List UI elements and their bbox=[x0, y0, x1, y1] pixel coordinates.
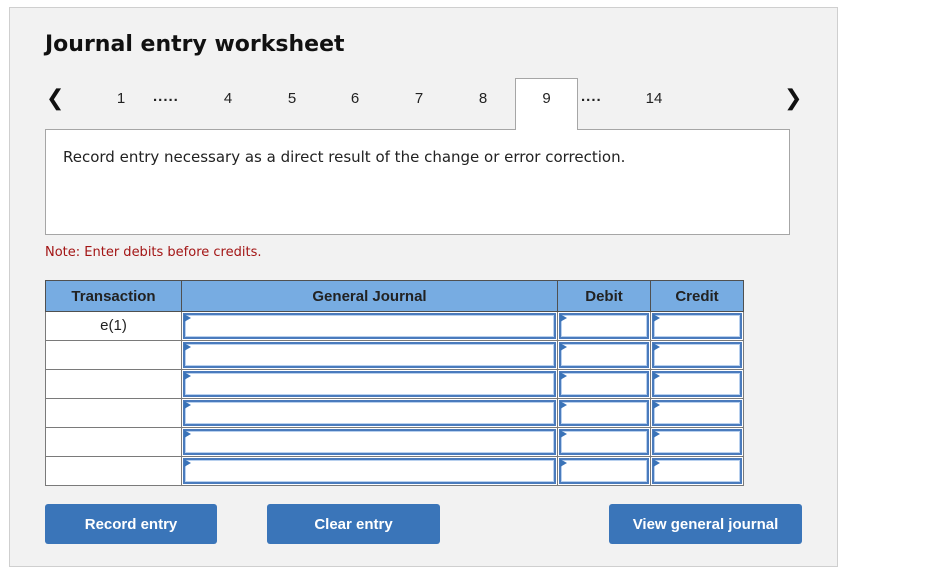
cell-marker-icon bbox=[560, 459, 567, 467]
header-transaction: Transaction bbox=[45, 280, 182, 312]
cell-marker-icon bbox=[653, 372, 660, 380]
debit-credit-note: Note: Enter debits before credits. bbox=[45, 245, 262, 260]
worksheet-pager: ❮ 1 ..... 4 5 6 7 8 9 .... 14 ❯ bbox=[10, 78, 839, 130]
cell-marker-icon bbox=[653, 430, 660, 438]
page-4[interactable]: 4 bbox=[216, 90, 240, 107]
header-debit: Debit bbox=[557, 280, 651, 312]
account-dropdown-cell bbox=[181, 311, 558, 341]
page-14[interactable]: 14 bbox=[642, 90, 666, 107]
account-dropdown[interactable] bbox=[183, 429, 556, 455]
debit-input-cell bbox=[557, 340, 651, 370]
header-general-journal: General Journal bbox=[181, 280, 558, 312]
debit-input[interactable] bbox=[559, 400, 649, 426]
debit-input[interactable] bbox=[559, 458, 649, 484]
credit-input[interactable] bbox=[652, 429, 742, 455]
page-6[interactable]: 6 bbox=[343, 90, 367, 107]
cell-marker-icon bbox=[184, 343, 191, 351]
transaction-cell bbox=[45, 427, 182, 457]
cell-marker-icon bbox=[653, 401, 660, 409]
debit-input-cell bbox=[557, 369, 651, 399]
debit-input-cell bbox=[557, 456, 651, 486]
debit-input[interactable] bbox=[559, 429, 649, 455]
credit-input[interactable] bbox=[652, 313, 742, 339]
pager-ellipsis-left: ..... bbox=[153, 88, 179, 105]
instruction-text: Record entry necessary as a direct resul… bbox=[63, 148, 626, 166]
cell-marker-icon bbox=[184, 314, 191, 322]
page-8[interactable]: 8 bbox=[471, 90, 495, 107]
chevron-left-icon[interactable]: ❮ bbox=[46, 86, 64, 111]
pager-ellipsis-right: .... bbox=[581, 88, 602, 105]
cell-marker-icon bbox=[184, 401, 191, 409]
cell-marker-icon bbox=[184, 459, 191, 467]
debit-input-cell bbox=[557, 398, 651, 428]
credit-input-cell bbox=[650, 427, 744, 457]
cell-marker-icon bbox=[560, 401, 567, 409]
cell-marker-icon bbox=[560, 372, 567, 380]
transaction-cell bbox=[45, 398, 182, 428]
cell-marker-icon bbox=[653, 459, 660, 467]
table-row bbox=[45, 369, 744, 399]
instruction-box: Record entry necessary as a direct resul… bbox=[45, 129, 790, 235]
credit-input-cell bbox=[650, 456, 744, 486]
credit-input[interactable] bbox=[652, 342, 742, 368]
journal-worksheet-panel: Journal entry worksheet ❮ 1 ..... 4 5 6 … bbox=[9, 7, 838, 567]
table-row bbox=[45, 427, 744, 457]
account-dropdown-cell bbox=[181, 427, 558, 457]
cell-marker-icon bbox=[560, 343, 567, 351]
table-row bbox=[45, 340, 744, 370]
credit-input[interactable] bbox=[652, 458, 742, 484]
debit-input[interactable] bbox=[559, 371, 649, 397]
account-dropdown-cell bbox=[181, 369, 558, 399]
account-dropdown-cell bbox=[181, 398, 558, 428]
table-row: e(1) bbox=[45, 311, 744, 341]
debit-input[interactable] bbox=[559, 313, 649, 339]
clear-entry-button[interactable]: Clear entry bbox=[267, 504, 440, 544]
header-credit: Credit bbox=[650, 280, 744, 312]
transaction-cell: e(1) bbox=[45, 311, 182, 341]
credit-input-cell bbox=[650, 311, 744, 341]
cell-marker-icon bbox=[560, 430, 567, 438]
page-7[interactable]: 7 bbox=[407, 90, 431, 107]
view-general-journal-button[interactable]: View general journal bbox=[609, 504, 802, 544]
cell-marker-icon bbox=[653, 343, 660, 351]
chevron-right-icon[interactable]: ❯ bbox=[784, 86, 802, 111]
account-dropdown[interactable] bbox=[183, 458, 556, 484]
transaction-cell bbox=[45, 369, 182, 399]
table-row bbox=[45, 398, 744, 428]
table-header-row: Transaction General Journal Debit Credit bbox=[45, 280, 744, 312]
table-row bbox=[45, 456, 744, 486]
transaction-cell bbox=[45, 456, 182, 486]
debit-input-cell bbox=[557, 427, 651, 457]
credit-input-cell bbox=[650, 398, 744, 428]
journal-entry-table: Transaction General Journal Debit Credit… bbox=[45, 280, 744, 486]
page-9: 9 bbox=[542, 90, 551, 107]
page-5[interactable]: 5 bbox=[280, 90, 304, 107]
cell-marker-icon bbox=[560, 314, 567, 322]
page-1[interactable]: 1 bbox=[109, 90, 133, 107]
cell-marker-icon bbox=[653, 314, 660, 322]
account-dropdown-cell bbox=[181, 340, 558, 370]
account-dropdown[interactable] bbox=[183, 371, 556, 397]
account-dropdown-cell bbox=[181, 456, 558, 486]
credit-input[interactable] bbox=[652, 400, 742, 426]
page-9-active-tab[interactable]: 9 bbox=[515, 78, 578, 130]
credit-input-cell bbox=[650, 369, 744, 399]
account-dropdown[interactable] bbox=[183, 342, 556, 368]
debit-input-cell bbox=[557, 311, 651, 341]
cell-marker-icon bbox=[184, 372, 191, 380]
account-dropdown[interactable] bbox=[183, 400, 556, 426]
record-entry-button[interactable]: Record entry bbox=[45, 504, 217, 544]
debit-input[interactable] bbox=[559, 342, 649, 368]
credit-input[interactable] bbox=[652, 371, 742, 397]
transaction-cell bbox=[45, 340, 182, 370]
cell-marker-icon bbox=[184, 430, 191, 438]
credit-input-cell bbox=[650, 340, 744, 370]
account-dropdown[interactable] bbox=[183, 313, 556, 339]
page-title: Journal entry worksheet bbox=[45, 32, 345, 57]
